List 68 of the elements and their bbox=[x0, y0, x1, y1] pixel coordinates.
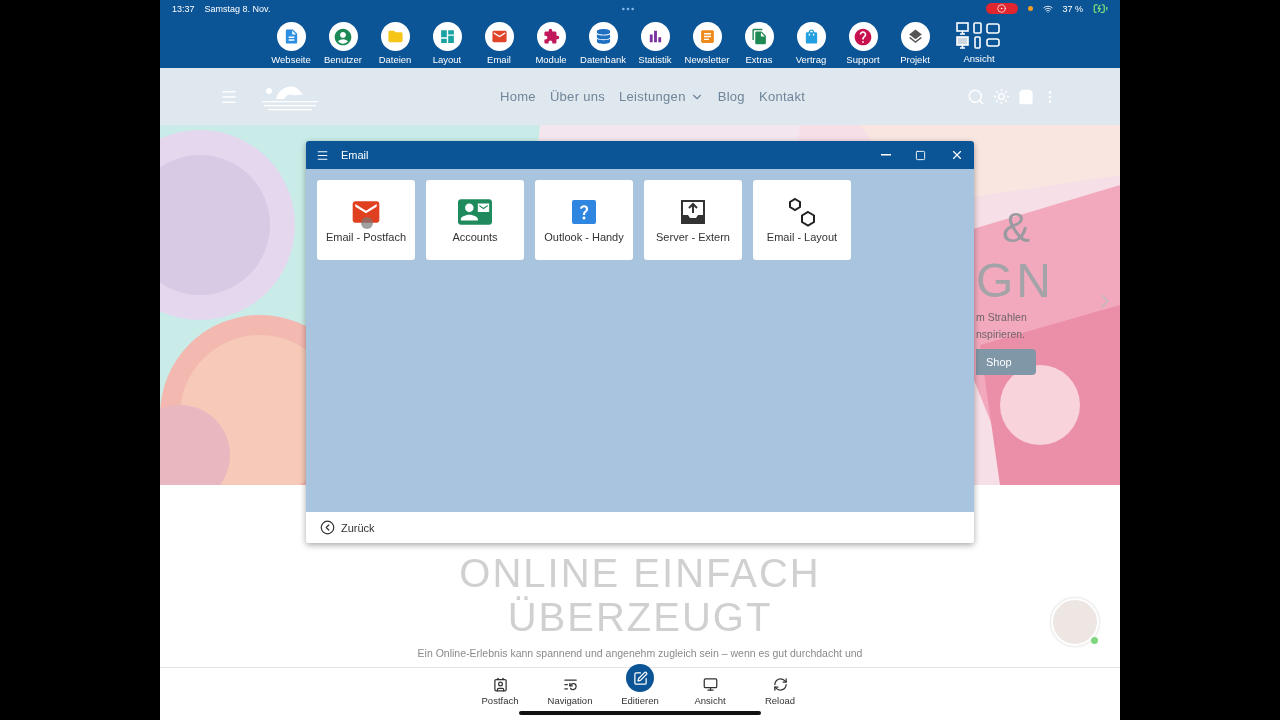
app-tile[interactable]: Accounts bbox=[426, 180, 524, 260]
bottom-nav-button[interactable]: Postfach bbox=[465, 668, 535, 720]
bottom-nav-button[interactable]: Reload bbox=[745, 668, 815, 720]
app-tile[interactable]: Email - Layout bbox=[753, 180, 851, 260]
status-date: Samstag 8. Nov. bbox=[204, 3, 271, 14]
contact-icon bbox=[492, 676, 508, 692]
back-icon bbox=[320, 520, 335, 535]
close-button[interactable] bbox=[950, 148, 964, 162]
maximize-button[interactable] bbox=[915, 148, 926, 162]
toolbar-button[interactable]: Ansicht bbox=[941, 22, 1017, 65]
bar-chart-icon bbox=[640, 22, 670, 51]
toolbar-button[interactable]: Extras bbox=[733, 22, 785, 65]
recording-indicator bbox=[985, 3, 1018, 14]
menu-icon[interactable] bbox=[316, 148, 329, 162]
hero-text: nspirieren. bbox=[976, 327, 1026, 342]
battery-icon bbox=[1093, 1, 1108, 16]
toolbar-button[interactable]: Support bbox=[837, 22, 889, 65]
copies-icon bbox=[744, 22, 774, 51]
battery-percent: 37 % bbox=[1062, 3, 1083, 14]
user-icon bbox=[328, 22, 358, 51]
toolbar-button[interactable]: Module bbox=[525, 22, 577, 65]
toolbar-button[interactable]: Email bbox=[473, 22, 525, 65]
navigation-icon bbox=[562, 676, 578, 692]
hero-title: & bbox=[1002, 203, 1030, 253]
bottom-nav-button[interactable]: Navigation bbox=[535, 668, 605, 720]
status-time: 13:37 bbox=[172, 3, 195, 14]
avatar[interactable] bbox=[1051, 598, 1099, 646]
reload-icon bbox=[772, 676, 788, 692]
puzzle-icon bbox=[536, 22, 566, 51]
devices-icon bbox=[956, 22, 1002, 50]
toolbar-button[interactable]: Vertrag bbox=[785, 22, 837, 65]
monitor-icon bbox=[702, 676, 718, 692]
toolbar-button[interactable]: Projekt bbox=[889, 22, 941, 65]
section-text: Ein Online-Erlebnis kann spannend und angenehm zugleich sein – wenn es gut durchdacht und bbox=[417, 647, 863, 659]
toolbar-button[interactable]: Newsletter bbox=[681, 22, 733, 65]
edit-icon bbox=[632, 670, 648, 686]
toolbar-button[interactable]: Layout bbox=[421, 22, 473, 65]
envelope-icon bbox=[484, 22, 514, 51]
folder-icon bbox=[380, 22, 410, 51]
upload-tray-icon bbox=[680, 199, 706, 225]
toolbar-button[interactable]: Dateien bbox=[369, 22, 421, 65]
back-button[interactable]: Zurück bbox=[320, 520, 375, 535]
privacy-dot bbox=[1027, 6, 1033, 11]
toolbar-button[interactable]: Benutzer bbox=[317, 22, 369, 65]
dialog-title: Email bbox=[341, 149, 370, 161]
wifi-icon bbox=[1042, 3, 1053, 14]
newspaper-icon bbox=[692, 22, 722, 51]
layers-icon bbox=[900, 22, 930, 51]
layout-icon bbox=[432, 22, 462, 51]
minimize-icon bbox=[881, 154, 891, 156]
online-dot bbox=[1091, 637, 1098, 644]
toolbar-button[interactable]: Webseite bbox=[265, 22, 317, 65]
document-icon bbox=[276, 22, 306, 51]
database-icon bbox=[588, 22, 618, 51]
sun-icon[interactable] bbox=[993, 88, 1010, 105]
toolbar-button[interactable]: Statistik bbox=[629, 22, 681, 65]
app-tile[interactable]: Outlook - Handy bbox=[535, 180, 633, 260]
help-icon bbox=[572, 200, 596, 224]
maximize-icon bbox=[915, 149, 926, 161]
hero-title: GN bbox=[976, 253, 1054, 309]
close-icon bbox=[950, 148, 964, 162]
app-tile[interactable]: Server - Extern bbox=[644, 180, 742, 260]
hero-text: m Strahlen bbox=[976, 310, 1027, 325]
app-tile[interactable]: Email - Postfach bbox=[317, 180, 415, 260]
search-icon[interactable] bbox=[967, 87, 985, 106]
help-icon bbox=[848, 22, 878, 51]
bottom-nav-button[interactable]: Ansicht bbox=[675, 668, 745, 720]
toolbar-button[interactable]: Datenbank bbox=[577, 22, 629, 65]
